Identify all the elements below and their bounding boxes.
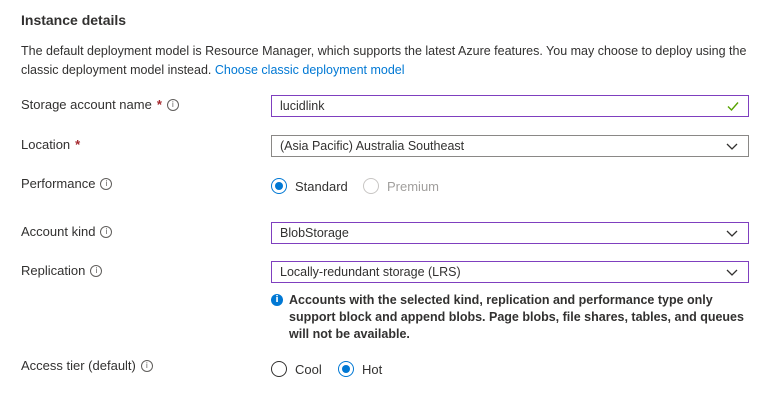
access-tier-cool-radio[interactable]: Cool: [271, 361, 322, 377]
checkmark-icon: [727, 102, 739, 112]
radio-selected-icon[interactable]: [338, 361, 354, 377]
section-title: Instance details: [21, 12, 127, 28]
info-icon[interactable]: i: [140, 359, 153, 372]
info-icon[interactable]: i: [100, 177, 113, 190]
performance-standard-radio[interactable]: Standard: [271, 178, 348, 194]
chevron-down-icon: [726, 269, 738, 276]
radio-selected-icon[interactable]: [271, 178, 287, 194]
performance-label: Performance i: [21, 176, 113, 191]
info-icon[interactable]: i: [100, 225, 113, 238]
chevron-down-icon: [726, 230, 738, 237]
account-kind-dropdown[interactable]: BlobStorage: [271, 222, 749, 244]
info-icon[interactable]: i: [90, 264, 103, 277]
info-icon[interactable]: i: [166, 98, 179, 111]
replication-info-note: i Accounts with the selected kind, repli…: [271, 292, 751, 343]
account-kind-value: BlobStorage: [280, 226, 349, 240]
replication-label: Replication i: [21, 263, 103, 278]
replication-dropdown[interactable]: Locally-redundant storage (LRS): [271, 261, 749, 283]
section-description: The default deployment model is Resource…: [21, 42, 766, 80]
required-marker: *: [75, 137, 81, 152]
classic-deployment-link[interactable]: Choose classic deployment model: [215, 63, 405, 77]
radio-disabled-icon: [363, 178, 379, 194]
storage-account-name-value: lucidlink: [280, 99, 325, 113]
chevron-down-icon: [726, 143, 738, 150]
radio-unselected-icon[interactable]: [271, 361, 287, 377]
replication-value: Locally-redundant storage (LRS): [280, 265, 461, 279]
replication-note-text: Accounts with the selected kind, replica…: [289, 293, 744, 341]
info-filled-icon: i: [271, 294, 283, 306]
location-dropdown[interactable]: (Asia Pacific) Australia Southeast: [271, 135, 749, 157]
location-label: Location *: [21, 137, 81, 152]
storage-account-name-input[interactable]: lucidlink: [271, 95, 749, 117]
account-kind-label: Account kind i: [21, 224, 113, 239]
location-value: (Asia Pacific) Australia Southeast: [280, 139, 465, 153]
performance-premium-radio: Premium: [363, 178, 439, 194]
access-tier-hot-radio[interactable]: Hot: [338, 361, 382, 377]
access-tier-label: Access tier (default) i: [21, 358, 153, 373]
required-marker: *: [156, 97, 162, 112]
storage-account-name-label: Storage account name * i: [21, 97, 179, 112]
